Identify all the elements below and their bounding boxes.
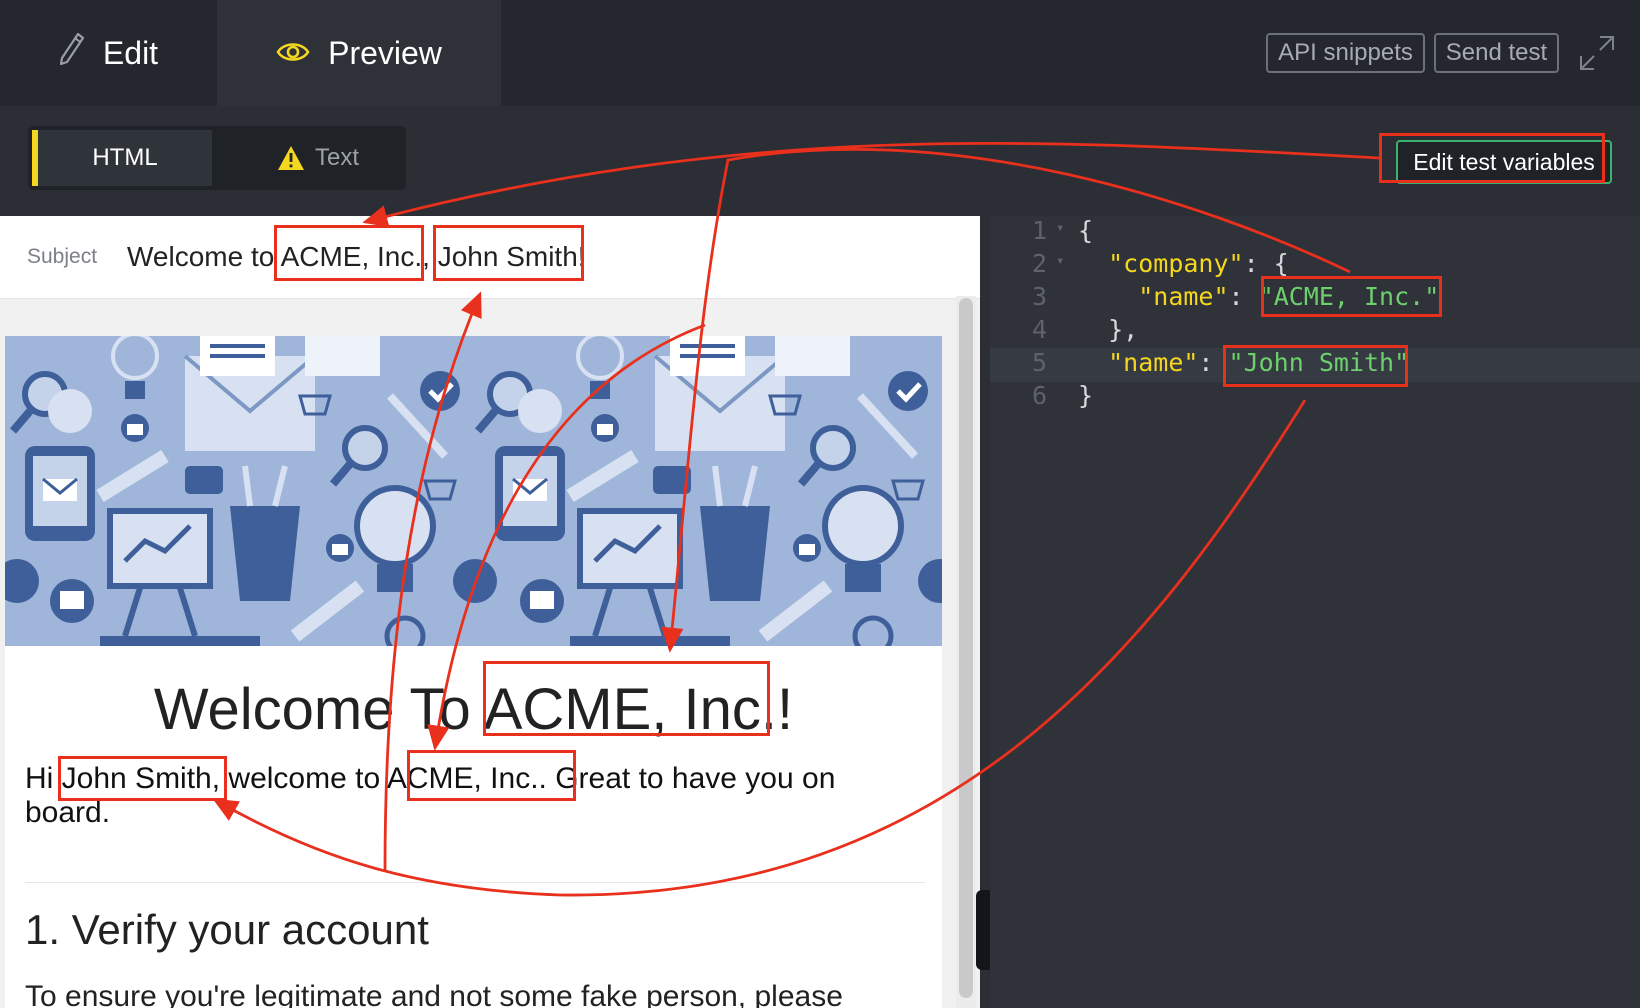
pencil-icon xyxy=(59,32,85,74)
eye-icon xyxy=(276,35,310,72)
json-colon: : xyxy=(1228,282,1259,311)
fold-arrow-icon[interactable]: ▾ xyxy=(1056,220,1064,236)
format-switch: HTML Text xyxy=(28,126,406,190)
line-number: 6 xyxy=(1032,381,1048,410)
warning-icon xyxy=(277,146,304,170)
send-test-button[interactable]: Send test xyxy=(1434,33,1559,73)
json-key-name: "name" xyxy=(1108,348,1199,377)
annotation-box-json-company xyxy=(1261,276,1442,317)
subject-label: Subject xyxy=(27,245,98,268)
mode-html-button[interactable]: HTML xyxy=(32,130,212,186)
title-prefix: Welcome To xyxy=(153,677,484,742)
tab-preview[interactable]: Preview xyxy=(217,0,501,106)
json-brace: } xyxy=(1078,381,1094,410)
line-number: 3 xyxy=(1032,282,1048,311)
annotation-box-subject-company xyxy=(274,225,424,281)
annotation-box-json-name xyxy=(1223,345,1408,387)
mode-text-button[interactable]: Text xyxy=(234,130,402,186)
api-snippets-button[interactable]: API snippets xyxy=(1266,33,1425,73)
top-bar: Edit Preview API snippets Send test xyxy=(0,0,1640,106)
annotation-box-title-company xyxy=(483,661,770,736)
line-number: 5 xyxy=(1032,348,1048,377)
email-body: Welcome To ACME, Inc.! Hi John Smith, we… xyxy=(5,336,942,1008)
annotation-box-greeting-name xyxy=(58,756,227,801)
test-variables-editor[interactable]: 1 ▾ { 2 ▾ "company": { 3 "name": "ACME, In… xyxy=(990,216,1640,1008)
line-number: 4 xyxy=(1032,315,1048,344)
code-line: 1 ▾ { xyxy=(990,216,1640,250)
email-preview-pane: Subject Welcome to ACME, Inc., John Smit… xyxy=(0,216,980,1008)
annotation-box-greeting-company xyxy=(407,750,576,801)
step-description: To ensure you're legitimate and not some… xyxy=(25,980,843,1008)
greeting-hi: Hi xyxy=(25,762,62,795)
annotation-box-edit-vars xyxy=(1379,133,1605,183)
json-brace: { xyxy=(1078,216,1094,245)
tab-edit[interactable]: Edit xyxy=(0,0,217,106)
fold-arrow-icon[interactable]: ▾ xyxy=(1056,253,1064,269)
preview-scrollbar-thumb[interactable] xyxy=(959,298,973,998)
section-divider xyxy=(25,882,925,883)
email-title: Welcome To ACME, Inc.! xyxy=(5,676,942,743)
annotation-box-subject-name xyxy=(433,225,584,281)
mode-text-label: Text xyxy=(314,144,359,171)
expand-icon[interactable] xyxy=(1578,34,1616,72)
code-line: 4 }, xyxy=(990,315,1640,349)
step-title: 1. Verify your account xyxy=(25,906,429,953)
greeting-mid: , welcome to xyxy=(211,762,387,795)
title-suffix: ! xyxy=(777,677,794,742)
subject-prefix: Welcome to xyxy=(127,241,281,272)
json-punct: }, xyxy=(1108,315,1139,344)
tab-preview-label: Preview xyxy=(328,34,442,71)
banner-illustration xyxy=(5,336,942,646)
json-punct: : { xyxy=(1243,249,1289,278)
tab-edit-label: Edit xyxy=(102,34,159,71)
json-key-company: "company" xyxy=(1108,249,1244,278)
json-key-name: "name" xyxy=(1138,282,1229,311)
